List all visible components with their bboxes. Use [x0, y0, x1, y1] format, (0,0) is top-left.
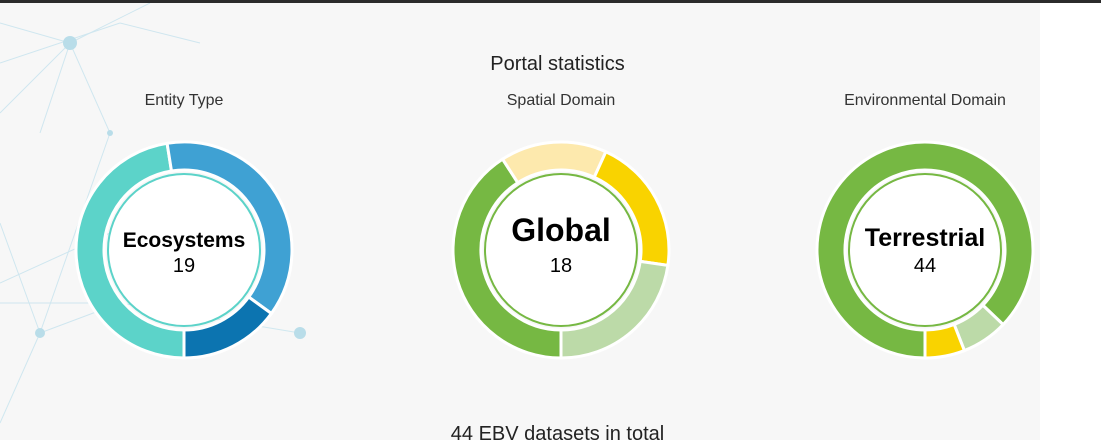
center-category-label: Terrestrial [864, 224, 986, 252]
center-category-label: Global [511, 212, 611, 248]
panel-title: Portal statistics [490, 53, 625, 75]
chart-label: Spatial Domain [506, 92, 616, 109]
portal-statistics-panel: Portal statistics Entity Type Ecosystems… [0, 3, 1040, 440]
spatial-domain-chart: Spatial Domain Global 18 [441, 92, 681, 372]
center-count: 18 [549, 255, 573, 277]
entity-type-chart: Entity Type Ecosystems 19 [64, 92, 304, 372]
chart-label: Entity Type [144, 92, 224, 109]
datasets-total: 44 EBV datasets in total [450, 423, 665, 440]
environmental-domain-chart: Environmental Domain Terrestrial 44 [805, 92, 1040, 372]
center-count: 19 [172, 255, 196, 277]
center-count: 44 [913, 255, 937, 277]
spatial-domain-donut [451, 140, 671, 360]
center-category-label: Ecosystems [122, 229, 246, 252]
chart-label: Environmental Domain [844, 92, 1006, 109]
statistics-page: Portal statistics Entity Type Ecosystems… [0, 0, 1101, 440]
donut-inner-ring [484, 173, 638, 327]
